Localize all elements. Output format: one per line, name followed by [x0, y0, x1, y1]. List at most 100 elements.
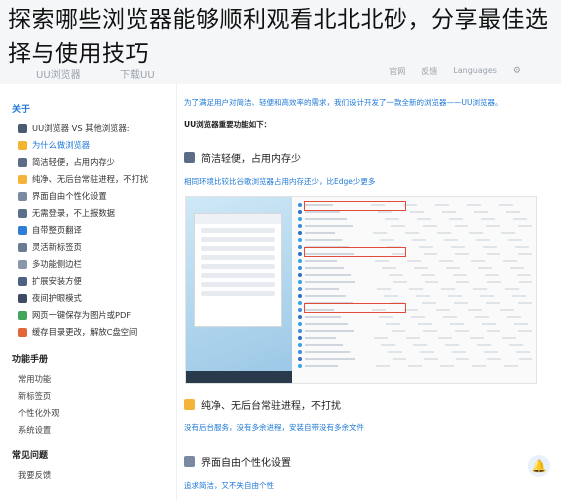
- sidebar-item-clean[interactable]: 纯净、无后台常驻进程，不打扰: [18, 173, 148, 185]
- process-cell-placeholder: [389, 273, 403, 276]
- process-cell-placeholder: [514, 322, 528, 325]
- sidebar-item-settings[interactable]: 系统设置: [18, 424, 51, 436]
- highlight-box: [304, 247, 406, 257]
- process-cell-placeholder: [515, 245, 529, 248]
- sidebar-item-newtab[interactable]: 灵活新标签页: [18, 241, 82, 253]
- sidebar-item-common[interactable]: 常用功能: [18, 373, 51, 385]
- process-icon: [298, 314, 302, 319]
- process-cell-placeholder: [421, 273, 435, 276]
- desktop-preview: [186, 197, 292, 383]
- process-cell-placeholder: [487, 280, 501, 283]
- process-icon: [298, 293, 302, 298]
- sidebar-item-cache[interactable]: 缓存目录更改，解放C盘空间: [18, 326, 137, 338]
- sidebar-item-save[interactable]: 网页一键保存为图片或PDF: [18, 309, 131, 321]
- process-cell-placeholder: [393, 280, 407, 283]
- process-cell-placeholder: [375, 259, 389, 262]
- process-name-placeholder: [305, 294, 346, 297]
- process-cell-placeholder: [413, 343, 427, 346]
- process-cell-placeholder: [477, 343, 491, 346]
- process-row: [298, 362, 532, 369]
- process-cell-placeholder: [440, 364, 454, 367]
- process-cell-placeholder: [381, 343, 395, 346]
- process-cell-placeholder: [506, 210, 520, 213]
- process-cell-placeholder: [423, 252, 438, 255]
- process-cell-placeholder: [404, 308, 418, 311]
- process-cell-placeholder: [374, 336, 388, 339]
- sidebar-item-extension[interactable]: 扩展安装方便: [18, 275, 82, 287]
- process-cell-placeholder: [444, 238, 458, 241]
- sidebar-item-appearance[interactable]: 个性化外观: [18, 407, 60, 419]
- process-cell-placeholder: [455, 329, 469, 332]
- process-cell-placeholder: [487, 357, 501, 360]
- process-name-placeholder: [305, 336, 336, 339]
- feature1-desc: 相同环境比较比谷歌浏览器占用内存还少，比Edge少更多: [184, 177, 376, 186]
- clean-icon: [18, 174, 27, 184]
- sidebar-item-light[interactable]: 简洁轻便，占用内存少: [18, 156, 115, 168]
- process-cell-placeholder: [407, 259, 421, 262]
- process-cell-placeholder: [470, 336, 484, 339]
- sidebar-icon: [18, 259, 27, 269]
- sidebar-item-night[interactable]: 夜间护眼模式: [18, 292, 82, 304]
- process-row: [298, 222, 532, 229]
- process-cell-placeholder: [412, 238, 426, 241]
- process-cell-placeholder: [518, 252, 532, 255]
- overlay-title: 探索哪些浏览器能够顺利观看北北北砂，分享最佳选择与使用技巧: [8, 7, 549, 67]
- process-cell-placeholder: [424, 357, 438, 360]
- process-cell-placeholder: [518, 301, 533, 304]
- process-cell-placeholder: [469, 231, 483, 234]
- process-cell-placeholder: [504, 364, 518, 367]
- process-icon: [298, 335, 302, 340]
- process-row: [298, 327, 532, 334]
- sidebar-item-feedback[interactable]: 我要反馈: [18, 469, 51, 481]
- taskbar-preview: [186, 371, 292, 383]
- process-cell-placeholder: [486, 252, 501, 255]
- process-row: [298, 348, 532, 355]
- process-cell-placeholder: [486, 329, 501, 332]
- intro-text: 为了满足用户对简洁、轻便和高效率的需求，我们设计开发了一款全新的浏览器——UU浏…: [184, 98, 503, 107]
- process-row: [298, 278, 533, 285]
- process-cell-placeholder: [441, 287, 455, 290]
- process-name-placeholder: [305, 259, 337, 262]
- process-cell-placeholder: [443, 315, 457, 318]
- sidebar-item-newtab-manual[interactable]: 新标签页: [18, 390, 51, 402]
- process-cell-placeholder: [509, 343, 523, 346]
- bell-icon[interactable]: 🔔: [528, 455, 550, 477]
- process-cell-placeholder: [409, 287, 423, 290]
- process-cell-placeholder: [455, 252, 469, 255]
- folder-icon: [18, 327, 27, 337]
- sidebar-section-manual[interactable]: 功能手册: [12, 352, 48, 365]
- process-cell-placeholder: [513, 217, 527, 220]
- comparison-screenshot: [185, 196, 537, 384]
- sidebar-item-privacy[interactable]: 无需登录，不上报数据: [18, 207, 115, 219]
- sidebar-section-about[interactable]: 关于: [12, 102, 30, 115]
- process-cell-placeholder: [377, 287, 391, 290]
- process-cell-placeholder: [508, 238, 522, 241]
- process-cell-placeholder: [501, 231, 515, 234]
- process-cell-placeholder: [449, 217, 463, 220]
- feature2-heading: 纯净、无后台常驻进程，不打扰: [184, 397, 341, 412]
- process-cell-placeholder: [411, 315, 425, 318]
- sidebar-item-why[interactable]: 为什么做浏览器: [18, 139, 90, 151]
- process-cell-placeholder: [482, 322, 496, 325]
- process-name-placeholder: [305, 266, 344, 269]
- process-row: [298, 292, 532, 299]
- process-cell-placeholder: [384, 294, 398, 297]
- process-icon: [298, 244, 302, 249]
- process-icon: [298, 237, 302, 242]
- translate-icon: [18, 225, 27, 235]
- process-icon: [298, 223, 302, 228]
- process-cell-placeholder: [468, 308, 482, 311]
- idea-icon: [18, 140, 27, 150]
- process-cell-placeholder: [472, 364, 486, 367]
- sidebar-item-sidebar[interactable]: 多功能侧边栏: [18, 258, 82, 270]
- process-cell-placeholder: [442, 210, 456, 213]
- sidebar-item-translate[interactable]: 自带整页翻译: [18, 224, 82, 236]
- sidebar-item-custom[interactable]: 界面自由个性化设置: [18, 190, 107, 202]
- process-cell-placeholder: [405, 231, 419, 234]
- process-cell-placeholder: [422, 301, 437, 304]
- sidebar-item-compare[interactable]: UU浏览器 VS 其他浏览器:: [18, 122, 130, 134]
- process-cell-placeholder: [453, 273, 467, 276]
- process-cell-placeholder: [503, 259, 517, 262]
- process-icon: [298, 328, 302, 333]
- sidebar-section-faq[interactable]: 常见问题: [12, 448, 48, 461]
